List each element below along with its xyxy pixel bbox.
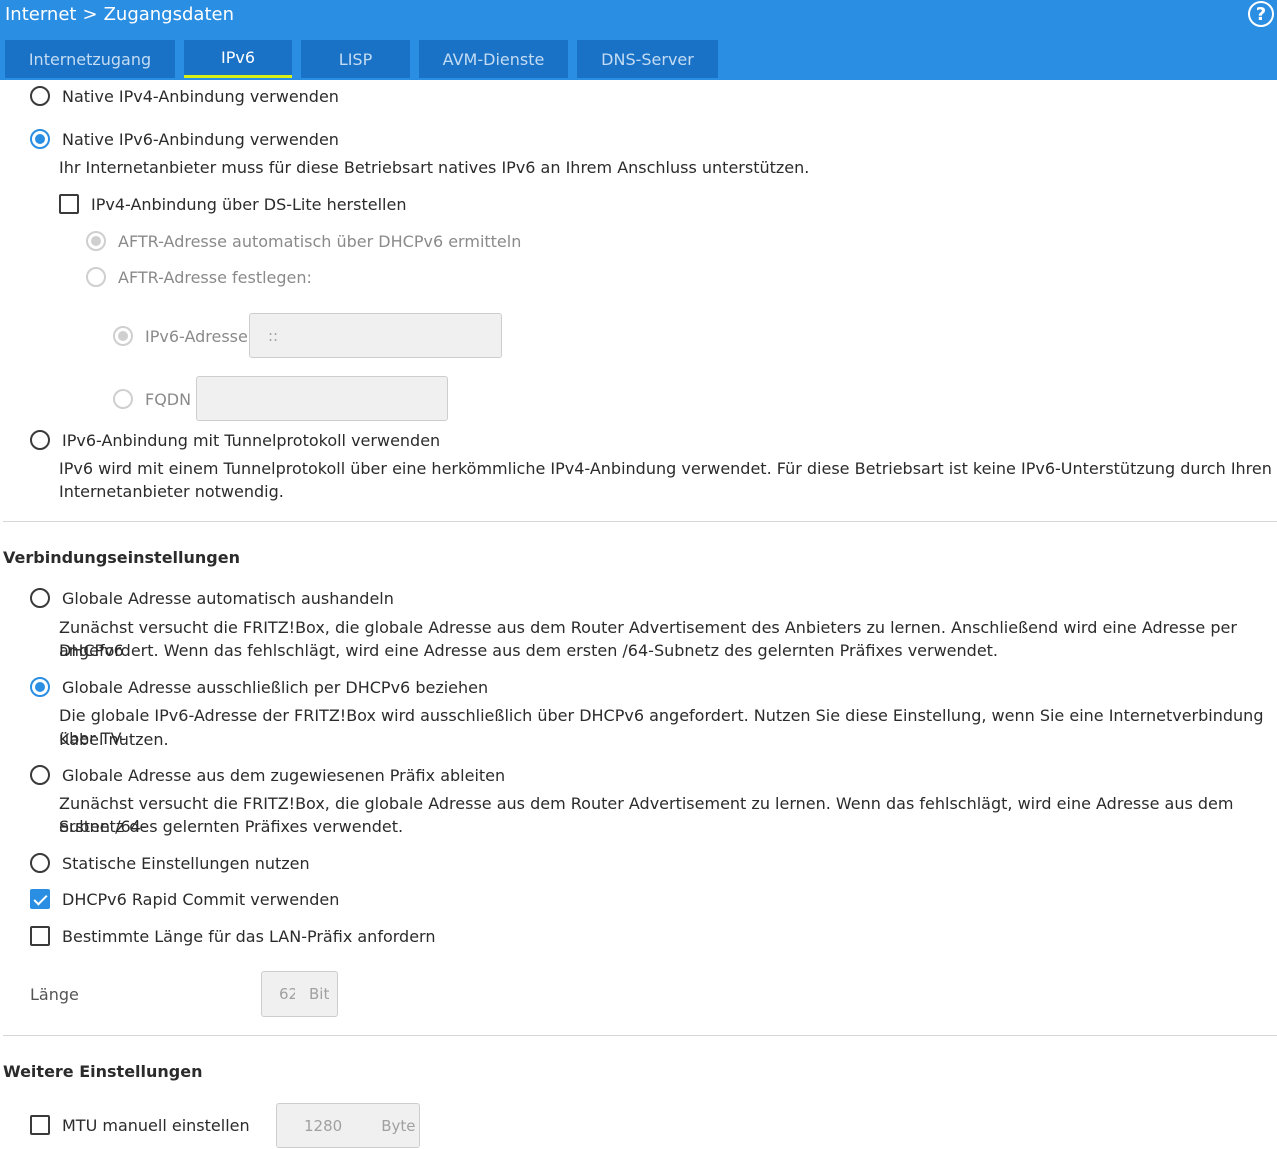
fqdn-input[interactable]: [196, 376, 448, 421]
from-prefix-label: Globale Adresse aus dem zugewiesenen Prä…: [62, 765, 506, 785]
tab-avm-dienste[interactable]: AVM-Dienste: [419, 40, 568, 78]
static-label: Statische Einstellungen nutzen: [62, 853, 310, 873]
ds-lite-option[interactable]: IPv4-Anbindung über DS-Lite herstellen: [59, 194, 406, 214]
static-radio[interactable]: [30, 853, 50, 873]
length-value: 62: [279, 985, 295, 1003]
ipv6-address-radio: [113, 326, 133, 346]
from-prefix-description-line-2: Subnetz des gelernten Präfixes verwendet…: [59, 817, 404, 836]
rapid-commit-checkbox[interactable]: [30, 889, 50, 909]
native-ipv4-option[interactable]: Native IPv4-Anbindung verwenden: [30, 86, 339, 106]
rapid-commit-option[interactable]: DHCPv6 Rapid Commit verwenden: [30, 889, 339, 909]
breadcrumb: Internet > Zugangsdaten: [5, 4, 234, 25]
section-title-further-settings: Weitere Einstellungen: [3, 1062, 203, 1081]
divider: [3, 1035, 1277, 1036]
tab-ipv6[interactable]: IPv6: [184, 40, 292, 78]
aftr-auto-option: AFTR-Adresse automatisch über DHCPv6 erm…: [86, 231, 521, 251]
ipv6-address-option: IPv6-Adresse: [113, 326, 248, 346]
dhcpv6-only-description-line-1: Die globale IPv6-Adresse der FRITZ!Box w…: [59, 706, 1264, 748]
native-ipv6-description: Ihr Internetanbieter muss für diese Betr…: [59, 158, 810, 177]
native-ipv4-radio[interactable]: [30, 86, 50, 106]
section-title-connection-settings: Verbindungseinstellungen: [3, 548, 240, 567]
tunnel-label: IPv6-Anbindung mit Tunnelprotokoll verwe…: [62, 430, 441, 450]
from-prefix-radio[interactable]: [30, 765, 50, 785]
help-icon[interactable]: ?: [1248, 1, 1274, 27]
aftr-auto-label: AFTR-Adresse automatisch über DHCPv6 erm…: [118, 231, 522, 251]
tunnel-description-line-2: Internetanbieter notwendig.: [59, 482, 284, 501]
chevron-right-icon: >: [82, 4, 98, 25]
tab-internetzugang[interactable]: Internetzugang: [5, 40, 175, 78]
prefix-length-option[interactable]: Bestimmte Länge für das LAN-Präfix anfor…: [30, 926, 435, 946]
native-ipv6-label: Native IPv6-Anbindung verwenden: [62, 129, 339, 149]
native-ipv6-option[interactable]: Native IPv6-Anbindung verwenden: [30, 129, 339, 149]
tab-dns-server[interactable]: DNS-Server: [577, 40, 718, 78]
mtu-checkbox[interactable]: [30, 1115, 50, 1135]
dhcpv6-only-option[interactable]: Globale Adresse ausschließlich per DHCPv…: [30, 677, 488, 697]
dhcpv6-only-label: Globale Adresse ausschließlich per DHCPv…: [62, 677, 489, 697]
tunnel-radio[interactable]: [30, 430, 50, 450]
aftr-manual-radio: [86, 267, 106, 287]
tunnel-description-line-1: IPv6 wird mit einem Tunnelprotokoll über…: [59, 459, 1272, 478]
ipv6-address-input[interactable]: ::: [249, 313, 502, 358]
mtu-unit: Byte: [381, 1116, 416, 1135]
address-auto-label: Globale Adresse automatisch aushandeln: [62, 588, 394, 608]
divider: [3, 521, 1277, 522]
length-unit: Bit: [309, 985, 330, 1003]
rapid-commit-label: DHCPv6 Rapid Commit verwenden: [62, 889, 340, 909]
prefix-length-checkbox[interactable]: [30, 926, 50, 946]
address-auto-option[interactable]: Globale Adresse automatisch aushandeln: [30, 588, 394, 608]
length-label: Länge: [30, 985, 79, 1004]
ipv6-address-label: IPv6-Adresse: [145, 326, 248, 346]
address-auto-description-line-2: angefordert. Wenn das fehlschlägt, wird …: [59, 641, 999, 660]
mtu-input[interactable]: 1280 Byte: [276, 1103, 420, 1148]
breadcrumb-zugangsdaten: Zugangsdaten: [103, 4, 234, 25]
length-input[interactable]: 62 Bit: [261, 971, 338, 1017]
mtu-value: 1280: [304, 1116, 343, 1135]
breadcrumb-internet[interactable]: Internet: [5, 4, 76, 25]
ds-lite-label: IPv4-Anbindung über DS-Lite herstellen: [91, 194, 407, 214]
native-ipv6-radio[interactable]: [30, 129, 50, 149]
tunnel-option[interactable]: IPv6-Anbindung mit Tunnelprotokoll verwe…: [30, 430, 440, 450]
mtu-label: MTU manuell einstellen: [62, 1115, 250, 1135]
static-option[interactable]: Statische Einstellungen nutzen: [30, 853, 310, 873]
from-prefix-option[interactable]: Globale Adresse aus dem zugewiesenen Prä…: [30, 765, 505, 785]
fqdn-label: FQDN: [145, 389, 192, 409]
prefix-length-label: Bestimmte Länge für das LAN-Präfix anfor…: [62, 926, 436, 946]
fqdn-radio: [113, 389, 133, 409]
fqdn-option: FQDN: [113, 389, 191, 409]
aftr-manual-option: AFTR-Adresse festlegen:: [86, 267, 312, 287]
mtu-option[interactable]: MTU manuell einstellen: [30, 1115, 250, 1135]
aftr-auto-radio: [86, 231, 106, 251]
ds-lite-checkbox[interactable]: [59, 194, 79, 214]
tab-lisp[interactable]: LISP: [301, 40, 410, 78]
aftr-manual-label: AFTR-Adresse festlegen:: [118, 267, 312, 287]
length-row: Länge: [30, 985, 79, 1004]
top-bar: Internet > Zugangsdaten ? Internetzugang…: [0, 0, 1277, 80]
dhcpv6-only-description-line-2: Kabel nutzen.: [59, 730, 169, 749]
address-auto-radio[interactable]: [30, 588, 50, 608]
native-ipv4-label: Native IPv4-Anbindung verwenden: [62, 86, 339, 106]
dhcpv6-only-radio[interactable]: [30, 677, 50, 697]
